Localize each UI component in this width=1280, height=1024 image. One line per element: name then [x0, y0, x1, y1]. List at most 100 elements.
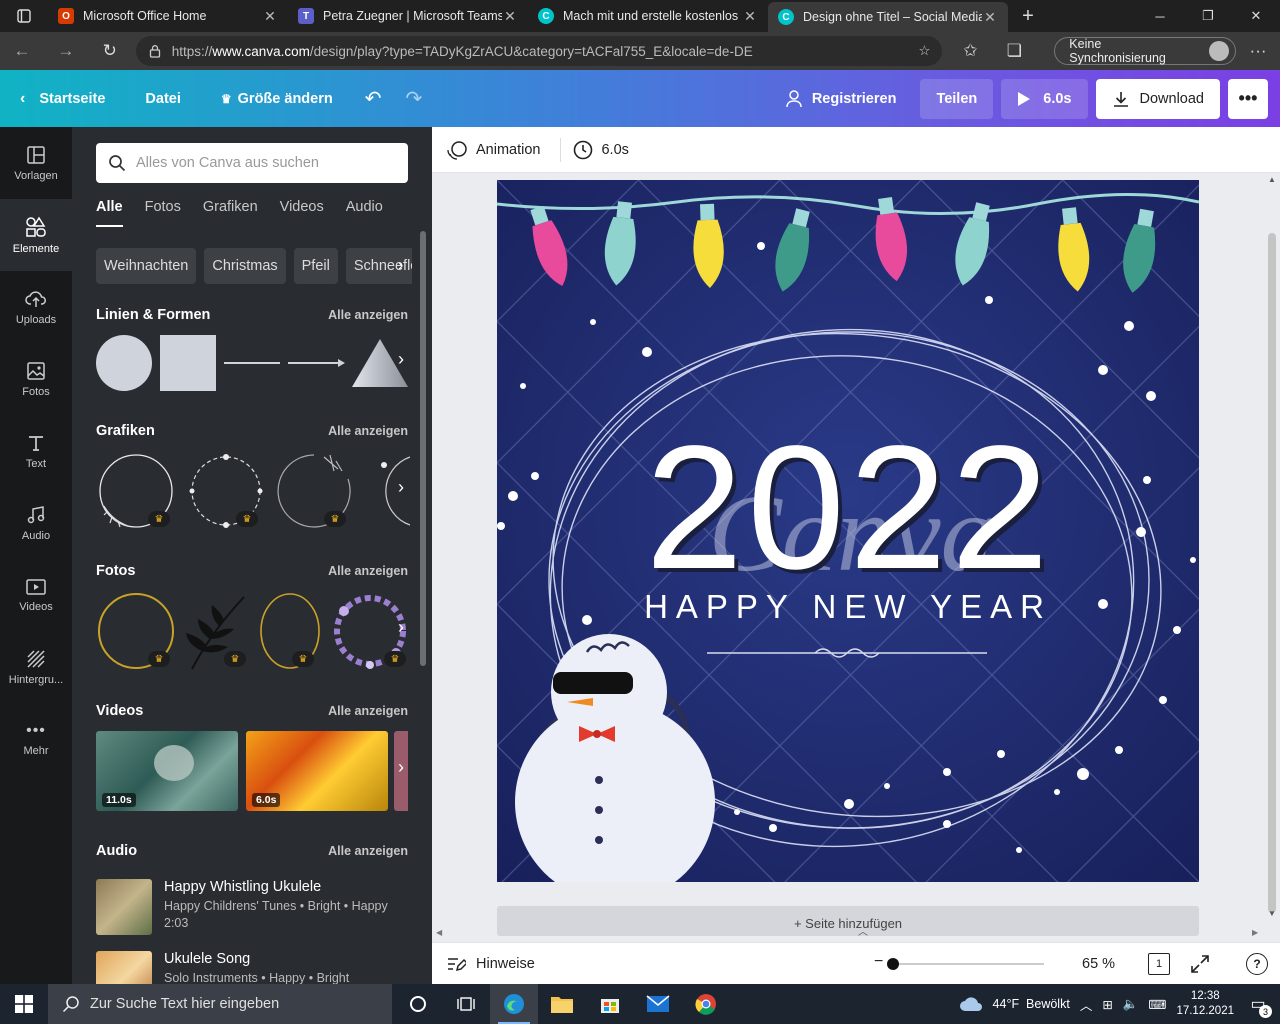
rail-item-videos[interactable]: Videos — [0, 559, 72, 631]
favorite-star-icon[interactable]: ☆ — [918, 43, 930, 59]
notification-center-button[interactable]: ▭ 3 — [1244, 994, 1272, 1018]
taskbar-app-store[interactable] — [586, 984, 634, 1024]
tab-all[interactable]: Alle — [96, 199, 123, 227]
rail-item-audio[interactable]: Audio — [0, 487, 72, 559]
chevron-up-icon[interactable]: ︿ — [1080, 995, 1093, 1014]
file-menu[interactable]: Datei — [125, 70, 200, 127]
rail-item-text[interactable]: Text — [0, 415, 72, 487]
taskbar-search[interactable]: Zur Suche Text hier eingeben — [48, 984, 392, 1024]
play-button[interactable]: 6.0s — [1001, 78, 1088, 119]
editor-horizontal-scrollbar[interactable]: ◀ ▶ ︿ — [432, 927, 1266, 941]
forward-button[interactable]: → — [44, 41, 88, 61]
shape-square[interactable] — [160, 335, 216, 391]
volume-muted-icon[interactable]: 🔈 — [1123, 997, 1139, 1012]
tab-close-button[interactable]: ✕ — [502, 8, 518, 25]
more-options-button[interactable]: ••• — [1228, 78, 1268, 119]
new-tab-button[interactable]: + — [1008, 0, 1048, 32]
register-button[interactable]: Registrieren — [770, 79, 913, 119]
task-view-button[interactable] — [394, 984, 442, 1024]
browser-menu-button[interactable]: ··· — [1236, 41, 1280, 61]
graphics-next-button[interactable]: › — [398, 477, 404, 498]
tab-actions-button[interactable] — [0, 0, 48, 32]
close-window-button[interactable]: ✕ — [1232, 0, 1280, 32]
shape-line[interactable] — [224, 362, 280, 364]
audio-item[interactable]: Happy Whistling Ukulele Happy Childrens'… — [96, 879, 388, 935]
see-all-photos-link[interactable]: Alle anzeigen — [328, 564, 408, 578]
browser-tab-office[interactable]: O Microsoft Office Home ✕ — [48, 0, 288, 32]
video-thumbnail-fire[interactable]: 6.0s — [246, 731, 388, 811]
shape-arrow-line[interactable] — [288, 357, 346, 369]
timeline-button[interactable] — [442, 984, 490, 1024]
help-button[interactable]: ? — [1246, 953, 1268, 975]
taskbar-app-mail[interactable] — [634, 984, 682, 1024]
chips-next-button[interactable]: › — [398, 257, 403, 275]
tab-close-button[interactable]: ✕ — [982, 9, 998, 26]
address-bar[interactable]: https://www.canva.com/design/play?type=T… — [135, 36, 943, 66]
reload-button[interactable]: ↻ — [88, 41, 132, 61]
minimize-button[interactable]: ─ — [1136, 0, 1184, 32]
home-link[interactable]: ‹ Startseite — [0, 70, 125, 127]
shapes-next-button[interactable]: › — [398, 349, 404, 370]
notes-button[interactable]: Hinweise — [446, 955, 535, 973]
tab-close-button[interactable]: ✕ — [262, 8, 278, 25]
editor-vertical-scrollbar[interactable]: ▲ ▼ — [1266, 175, 1278, 933]
tab-close-button[interactable]: ✕ — [742, 8, 758, 25]
favorites-button[interactable]: ✩ — [948, 41, 992, 61]
panel-scrollbar[interactable] — [420, 231, 426, 666]
rail-item-uploads[interactable]: Uploads — [0, 271, 72, 343]
rail-item-photos[interactable]: Fotos — [0, 343, 72, 415]
keyboard-icon[interactable]: ⌨ — [1148, 997, 1166, 1012]
redo-button[interactable]: ↷ — [394, 70, 435, 127]
zoom-slider-track[interactable] — [888, 963, 1044, 965]
shape-circle[interactable] — [96, 335, 152, 391]
back-button[interactable]: ← — [0, 41, 44, 61]
profile-sync-button[interactable]: Keine Synchronisierung — [1054, 37, 1237, 65]
video-thumbnail-ocean[interactable]: 11.0s — [96, 731, 238, 811]
tab-photos[interactable]: Fotos — [145, 199, 181, 227]
chip-weihnachten[interactable]: Weihnachten — [96, 248, 197, 284]
taskbar-app-chrome[interactable] — [682, 984, 730, 1024]
network-icon[interactable]: ⊞ — [1102, 997, 1112, 1012]
zoom-slider-handle[interactable] — [887, 958, 899, 970]
expand-pages-icon[interactable]: ︿ — [858, 923, 868, 938]
browser-tab-teams[interactable]: T Petra Zuegner | Microsoft Teams ✕ — [288, 0, 528, 32]
design-canvas[interactable]: Canva 2022 HAPPY NEW YEAR — [497, 180, 1199, 882]
rail-item-elements[interactable]: Elemente — [0, 199, 72, 271]
see-all-graphics-link[interactable]: Alle anzeigen — [328, 424, 408, 438]
browser-tab-canva-design[interactable]: C Design ohne Titel – Social Media ✕ — [768, 2, 1008, 32]
design-year[interactable]: 2022 — [645, 410, 1053, 606]
taskbar-app-edge[interactable] — [490, 984, 538, 1024]
scroll-thumb[interactable] — [1268, 233, 1276, 913]
graphic-snow-wreath[interactable] — [362, 451, 412, 531]
resize-button[interactable]: ♛ Größe ändern — [201, 70, 353, 127]
videos-next-button[interactable]: › — [398, 757, 404, 778]
rail-item-more[interactable]: ••• Mehr — [0, 703, 72, 775]
tab-graphics[interactable]: Grafiken — [203, 199, 258, 227]
undo-button[interactable]: ↶ — [353, 70, 394, 127]
page-count-button[interactable]: 1 — [1148, 953, 1170, 975]
zoom-value[interactable]: 65 % — [1082, 956, 1115, 972]
search-input[interactable] — [136, 155, 396, 171]
taskbar-app-explorer[interactable] — [538, 984, 586, 1024]
collections-button[interactable]: ❏ — [992, 41, 1036, 61]
panel-search[interactable] — [96, 143, 408, 183]
see-all-shapes-link[interactable]: Alle anzeigen — [328, 308, 408, 322]
chip-christmas[interactable]: Christmas — [204, 248, 286, 284]
maximize-button[interactable]: ❐ — [1184, 0, 1232, 32]
rail-item-templates[interactable]: Vorlagen — [0, 127, 72, 199]
fullscreen-icon[interactable] — [1190, 954, 1210, 974]
animation-button[interactable]: Animation — [446, 140, 540, 160]
start-button[interactable] — [0, 984, 48, 1024]
taskbar-clock[interactable]: 12:38 17.12.2021 — [1176, 989, 1234, 1019]
tab-audio[interactable]: Audio — [346, 199, 383, 227]
see-all-videos-link[interactable]: Alle anzeigen — [328, 704, 408, 718]
download-button[interactable]: Download — [1095, 78, 1220, 119]
chip-pfeil[interactable]: Pfeil — [293, 248, 338, 284]
duration-button[interactable]: 6.0s — [573, 140, 629, 160]
zoom-out-button[interactable]: − — [874, 953, 883, 971]
share-button[interactable]: Teilen — [920, 78, 994, 119]
audio-item[interactable]: Ukulele Song Solo Instruments • Happy • … — [96, 951, 349, 984]
weather-label[interactable]: 44°F Bewölkt — [993, 997, 1070, 1011]
tab-videos[interactable]: Videos — [280, 199, 324, 227]
design-subtitle[interactable]: HAPPY NEW YEAR — [644, 588, 1052, 625]
